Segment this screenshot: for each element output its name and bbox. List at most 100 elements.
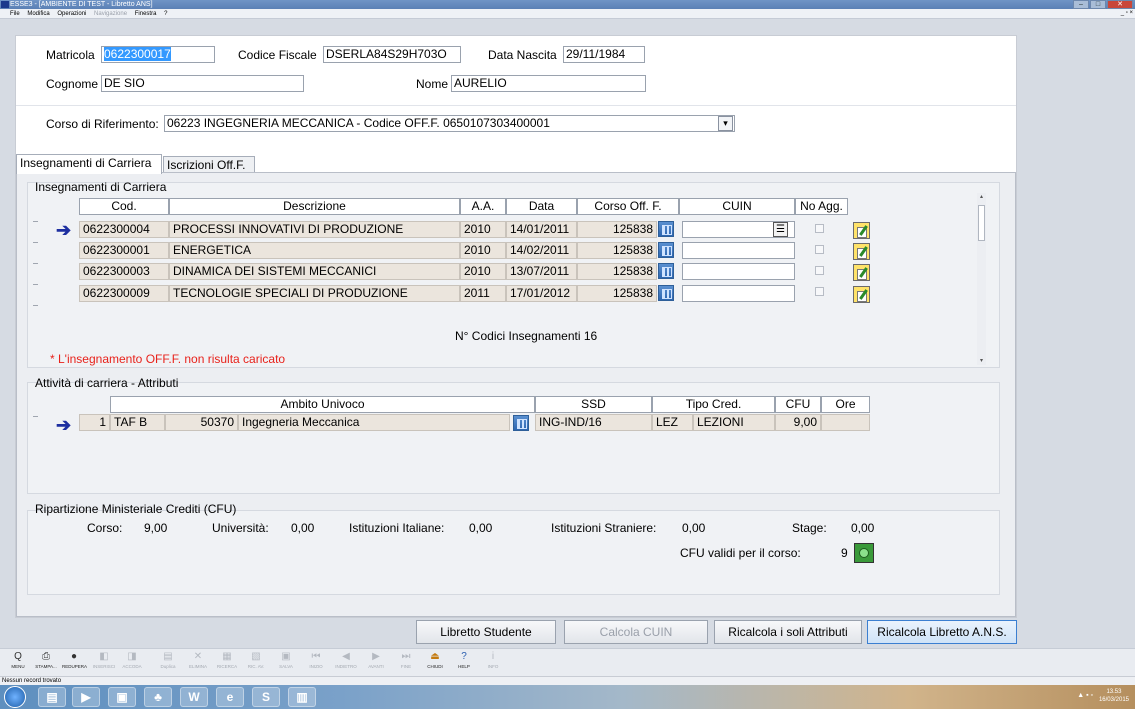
matricola-field[interactable]: 0622300017 bbox=[101, 46, 215, 63]
menu-operazioni[interactable]: Operazioni bbox=[57, 11, 86, 17]
cell-ambito[interactable]: Ingegneria Meccanica bbox=[238, 414, 510, 431]
ricalcola-attributi-button[interactable]: Ricalcola i soli Attributi bbox=[714, 620, 862, 644]
cell-descrizione[interactable]: DINAMICA DEI SISTEMI MECCANICI bbox=[169, 263, 460, 280]
no-agg-checkbox[interactable] bbox=[815, 224, 824, 233]
cell-taf[interactable]: TAF B bbox=[110, 414, 165, 431]
word-task-icon[interactable]: W bbox=[180, 687, 208, 707]
explorer-task-icon[interactable]: ▤ bbox=[38, 687, 66, 707]
lookup-grid-icon[interactable] bbox=[658, 285, 674, 301]
cell-corso-off[interactable]: 125838 bbox=[577, 221, 657, 238]
cell-num[interactable]: 1 bbox=[79, 414, 110, 431]
edit-icon[interactable] bbox=[853, 222, 870, 239]
lookup-grid-icon[interactable] bbox=[658, 242, 674, 258]
col-cod[interactable]: Cod. bbox=[79, 198, 169, 215]
minimize-button[interactable]: – bbox=[1073, 0, 1089, 9]
skype-task-icon[interactable]: S bbox=[252, 687, 280, 707]
ricerca-tool-button[interactable]: ▦ RICERCA bbox=[215, 651, 239, 669]
status-ok-icon[interactable] bbox=[854, 543, 874, 563]
calcola-cuin-button[interactable]: Calcola CUIN bbox=[564, 620, 708, 644]
scroll-down-icon[interactable]: ▾ bbox=[977, 357, 986, 365]
taskbar-clock[interactable]: 13.53 16/03/2015 bbox=[1099, 688, 1129, 704]
cuin-input[interactable] bbox=[682, 285, 795, 302]
cuin-input[interactable] bbox=[682, 263, 795, 280]
cell-cfu[interactable]: 9,00 bbox=[775, 414, 821, 431]
cell-ore[interactable] bbox=[821, 414, 870, 431]
mdi-controls[interactable]: _ ▫ × bbox=[1121, 10, 1133, 16]
cell-data[interactable]: 14/01/2011 bbox=[506, 221, 577, 238]
codice-fiscale-field[interactable]: DSERLA84S29H703O bbox=[323, 46, 461, 63]
col-ssd[interactable]: SSD bbox=[535, 396, 652, 413]
corso-riferimento-select[interactable]: 06223 INGEGNERIA MECCANICA - Codice OFF.… bbox=[164, 115, 735, 132]
duplica-tool-button[interactable]: ▤ Duplica bbox=[156, 651, 180, 669]
cell-data[interactable]: 13/07/2011 bbox=[506, 263, 577, 280]
cell-descrizione[interactable]: PROCESSI INNOVATIVI DI PRODUZIONE bbox=[169, 221, 460, 238]
menu-tool-button[interactable]: Q MENU bbox=[6, 651, 30, 669]
redupera-tool-button[interactable]: ● REDUPERA bbox=[62, 651, 87, 669]
cuin-input[interactable] bbox=[682, 242, 795, 259]
chiudi-tool-button[interactable]: ⏏ CHIUDI bbox=[423, 651, 447, 669]
no-agg-checkbox[interactable] bbox=[815, 287, 824, 296]
col-cuin[interactable]: CUIN bbox=[679, 198, 795, 215]
col-descrizione[interactable]: Descrizione bbox=[169, 198, 460, 215]
cell-corso-off[interactable]: 125838 bbox=[577, 263, 657, 280]
folder-task-icon[interactable]: ▣ bbox=[108, 687, 136, 707]
lookup-grid-icon[interactable] bbox=[658, 221, 674, 237]
tab-insegnamenti[interactable]: Insegnamenti di Carriera bbox=[16, 154, 162, 174]
cell-aa[interactable]: 2011 bbox=[460, 285, 506, 302]
cell-descrizione[interactable]: ENERGETICA bbox=[169, 242, 460, 259]
cell-data[interactable]: 17/01/2012 bbox=[506, 285, 577, 302]
menu-finestra[interactable]: Finestra bbox=[135, 11, 157, 17]
accoda-tool-button[interactable]: ◨ ACCODA bbox=[120, 651, 144, 669]
ricalcola-ans-button[interactable]: Ricalcola Libretto A.N.S. bbox=[867, 620, 1017, 644]
fine-tool-button[interactable]: ⏭ FINE bbox=[394, 651, 418, 669]
chevron-down-icon[interactable]: ▾ bbox=[718, 116, 733, 131]
cell-corso-off[interactable]: 125838 bbox=[577, 285, 657, 302]
cell-corso-off[interactable]: 125838 bbox=[577, 242, 657, 259]
lookup-grid-icon[interactable] bbox=[513, 415, 529, 431]
cell-ambito-code[interactable]: 50370 bbox=[165, 414, 238, 431]
col-corso-off[interactable]: Corso Off. F. bbox=[577, 198, 679, 215]
lookup-grid-icon[interactable] bbox=[658, 263, 674, 279]
cell-descrizione[interactable]: TECNOLOGIE SPECIALI DI PRODUZIONE bbox=[169, 285, 460, 302]
ricerca-avanzata-tool-button[interactable]: ▧ RIC. AV. bbox=[244, 651, 268, 669]
data-nascita-field[interactable]: 29/11/1984 bbox=[563, 46, 645, 63]
cell-aa[interactable]: 2010 bbox=[460, 221, 506, 238]
col-aa[interactable]: A.A. bbox=[460, 198, 506, 215]
maximize-button[interactable]: □ bbox=[1090, 0, 1106, 9]
menu-modifica[interactable]: Modifica bbox=[27, 11, 49, 17]
menu-help[interactable]: ? bbox=[164, 11, 167, 17]
edit-icon[interactable] bbox=[853, 286, 870, 303]
cell-aa[interactable]: 2010 bbox=[460, 263, 506, 280]
col-ore[interactable]: Ore bbox=[821, 396, 870, 413]
stampa-tool-button[interactable]: ⎙ STAMPA... bbox=[34, 651, 58, 669]
cell-aa[interactable]: 2010 bbox=[460, 242, 506, 259]
cell-data[interactable]: 14/02/2011 bbox=[506, 242, 577, 259]
cell-tipo-desc[interactable]: LEZIONI bbox=[693, 414, 775, 431]
cell-cod[interactable]: 0622300009 bbox=[79, 285, 169, 302]
system-tray-icon[interactable]: ▲ ▪ ▫ bbox=[1077, 692, 1093, 699]
game-task-icon[interactable]: ♣ bbox=[144, 687, 172, 707]
inserisci-tool-button[interactable]: ◧ INSERISCI bbox=[92, 651, 116, 669]
salva-tool-button[interactable]: ▣ SALVA bbox=[274, 651, 298, 669]
cell-cod[interactable]: 0622300001 bbox=[79, 242, 169, 259]
menu-navigazione[interactable]: Navigazione bbox=[94, 11, 127, 17]
cell-ssd[interactable]: ING-IND/16 bbox=[535, 414, 652, 431]
col-data[interactable]: Data bbox=[506, 198, 577, 215]
no-agg-checkbox[interactable] bbox=[815, 266, 824, 275]
col-no-agg[interactable]: No Agg. bbox=[795, 198, 848, 215]
document-list-icon[interactable]: ☰ bbox=[773, 222, 788, 237]
col-ambito[interactable]: Ambito Univoco bbox=[110, 396, 535, 413]
cell-tipo-code[interactable]: LEZ bbox=[652, 414, 693, 431]
menu-file[interactable]: File bbox=[10, 11, 20, 17]
cell-cod[interactable]: 0622300003 bbox=[79, 263, 169, 280]
scroll-up-icon[interactable]: ▴ bbox=[977, 193, 986, 201]
scroll-thumb[interactable] bbox=[978, 205, 985, 241]
no-agg-checkbox[interactable] bbox=[815, 245, 824, 254]
cell-cod[interactable]: 0622300004 bbox=[79, 221, 169, 238]
media-player-task-icon[interactable]: ▶ bbox=[72, 687, 100, 707]
close-button[interactable]: ✕ bbox=[1107, 0, 1133, 9]
browser-task-icon[interactable]: e bbox=[216, 687, 244, 707]
col-cfu[interactable]: CFU bbox=[775, 396, 821, 413]
help-tool-button[interactable]: ? HELP bbox=[452, 651, 476, 669]
inizio-tool-button[interactable]: ⏮ INIZIO bbox=[304, 651, 328, 669]
